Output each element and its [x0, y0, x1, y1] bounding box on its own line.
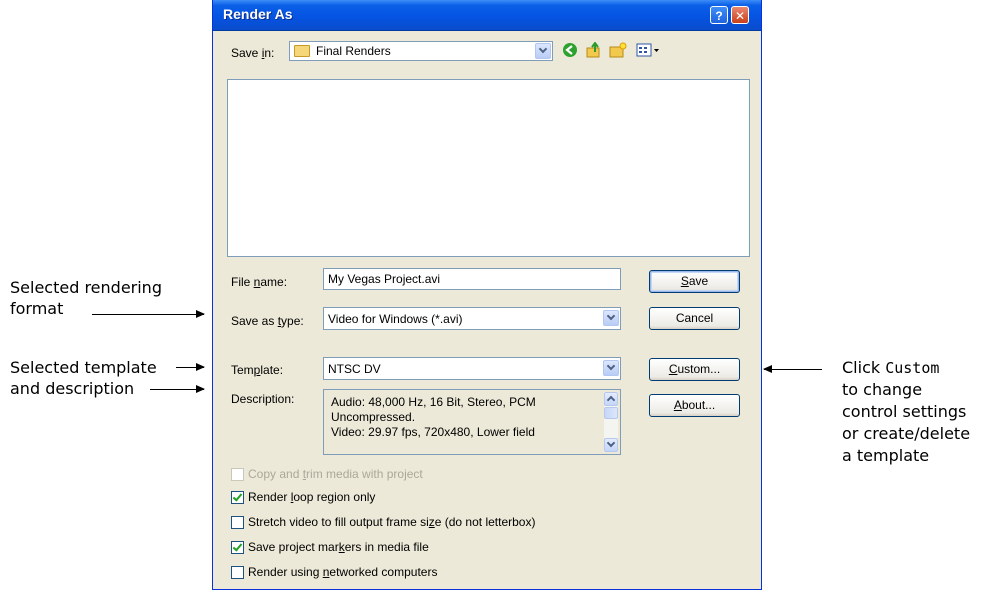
- annotation-arrow: [176, 363, 205, 371]
- annotation-rendering-format: Selected rendering format: [10, 278, 162, 318]
- description-box: Audio: 48,000 Hz, 16 Bit, Stereo, PCM Un…: [323, 389, 621, 455]
- help-button[interactable]: ?: [710, 6, 728, 24]
- about-button[interactable]: About...: [649, 394, 740, 417]
- annotation-arrow: [150, 385, 205, 393]
- checkbox-label[interactable]: Save project markers in media file: [248, 540, 429, 554]
- folder-icon: [294, 45, 310, 57]
- checkbox[interactable]: [231, 516, 244, 529]
- save-as-type-dropdown[interactable]: Video for Windows (*.avi): [323, 307, 621, 330]
- template-label: Template:: [231, 363, 284, 377]
- checkbox[interactable]: [231, 541, 244, 554]
- scroll-down-icon[interactable]: [604, 438, 618, 452]
- checkbox: [231, 468, 244, 481]
- scroll-thumb[interactable]: [604, 407, 618, 419]
- checkbox-label[interactable]: Render using networked computers: [248, 565, 437, 579]
- file-list[interactable]: [227, 79, 750, 257]
- save-button[interactable]: Save: [649, 270, 740, 293]
- chevron-down-icon[interactable]: [535, 43, 551, 59]
- chevron-down-icon[interactable]: [603, 360, 619, 376]
- scroll-up-icon[interactable]: [604, 392, 618, 406]
- description-label: Description:: [231, 392, 295, 406]
- custom-button[interactable]: Custom...: [649, 358, 740, 381]
- annotation-arrow: [763, 365, 822, 373]
- checkbox-label[interactable]: Render loop region only: [248, 490, 375, 504]
- cancel-button[interactable]: Cancel: [649, 307, 740, 330]
- save-in-dropdown[interactable]: Final Renders: [289, 41, 553, 61]
- checkbox-label[interactable]: Stretch video to fill output frame size …: [248, 515, 535, 529]
- file-name-input[interactable]: My Vegas Project.avi: [323, 268, 621, 290]
- back-icon[interactable]: [561, 42, 579, 60]
- up-folder-icon[interactable]: [585, 41, 603, 60]
- render-as-dialog: Render As ? ✕ Save in: Final Renders Fil…: [212, 0, 762, 590]
- save-in-label: Save in:: [231, 46, 275, 60]
- file-name-label: File name:: [231, 275, 288, 289]
- save-as-type-label: Save as type:: [231, 314, 304, 328]
- annotation-template: Selected template and description: [10, 358, 157, 398]
- template-dropdown[interactable]: NTSC DV: [323, 357, 621, 380]
- dialog-title: Render As: [223, 6, 293, 22]
- views-menu-icon[interactable]: [635, 42, 663, 60]
- description-scrollbar[interactable]: [604, 392, 618, 452]
- annotation-custom: Click Custom to change control settings …: [842, 358, 971, 465]
- annotation-arrow: [92, 310, 205, 318]
- close-button[interactable]: ✕: [731, 6, 749, 24]
- checkbox[interactable]: [231, 566, 244, 579]
- checkbox-label: Copy and trim media with project: [248, 467, 423, 481]
- chevron-down-icon[interactable]: [603, 310, 619, 326]
- title-bar[interactable]: Render As ? ✕: [213, 0, 761, 31]
- checkbox[interactable]: [231, 491, 244, 504]
- new-folder-icon[interactable]: [609, 42, 627, 60]
